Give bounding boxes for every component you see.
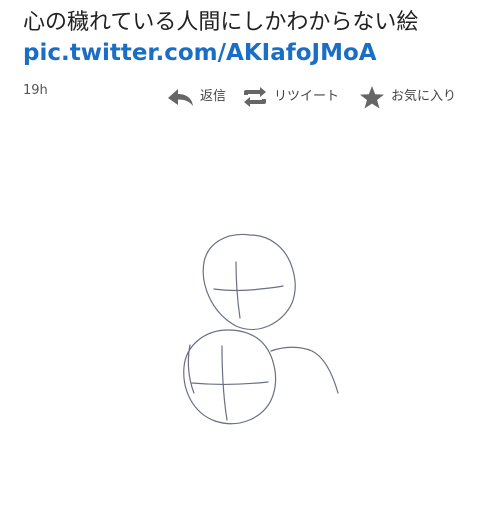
sketch-stroke [213,285,284,292]
favorite-button[interactable]: お気に入り [357,84,456,114]
star-icon [357,84,387,110]
retweet-button[interactable]: リツイート [240,84,339,114]
retweet-label: リツイート [274,89,340,104]
retweet-icon [240,84,270,110]
sketch-stroke [183,329,277,425]
reply-icon [166,84,196,110]
tweet-text: 心の穢れている人間にしかわからない絵 [23,10,419,35]
tweet-image-link[interactable]: pic.twitter.com/AKIafoJMoA [23,38,377,68]
sketch-stroke [187,344,195,394]
sketch-stroke [191,381,269,385]
sketch-stroke [270,346,339,394]
favorite-label: お気に入り [391,89,457,104]
sketch-stroke [235,261,241,319]
reply-label: 返信 [200,89,227,104]
sketch-image[interactable] [0,120,480,532]
reply-button[interactable]: 返信 [166,84,226,114]
sketch-stroke [202,233,296,331]
sketch-stroke [221,345,228,421]
tweet-timestamp[interactable]: 19h [23,82,48,100]
